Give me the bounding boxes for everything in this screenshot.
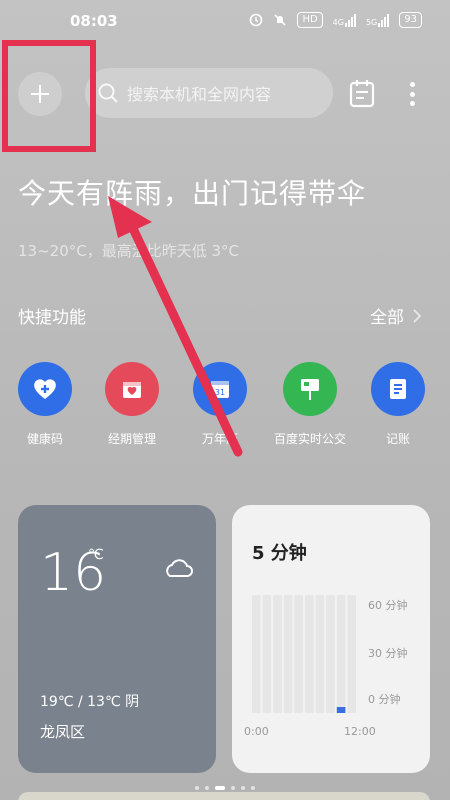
chart-column-track: [305, 595, 314, 713]
search-input[interactable]: 搜索本机和全网内容: [85, 68, 333, 118]
chart-column-track: [294, 595, 303, 713]
chart-column-track: [252, 595, 261, 713]
chart-column-track: [326, 595, 335, 713]
screen-time-title: 5 分钟: [252, 543, 307, 564]
bus-stop-icon: [283, 362, 337, 416]
shortcut-label: 万年历: [201, 432, 238, 446]
signal-5g-icon: 5G: [366, 13, 390, 27]
shortcut-calendar[interactable]: 31 万年历: [180, 362, 260, 447]
calendar-31-icon: 31: [193, 362, 247, 416]
chart-column-track: [347, 595, 356, 713]
next-card-peek: [18, 792, 430, 800]
chart-column-track: [262, 595, 272, 713]
temperature-unit: ℃: [88, 547, 104, 563]
chart-column-track: [336, 595, 346, 713]
shortcut-health-code[interactable]: 健康码: [5, 362, 85, 447]
search-placeholder: 搜索本机和全网内容: [127, 85, 272, 104]
search-icon: [98, 83, 118, 103]
shortcut-bus[interactable]: 百度实时公交: [270, 362, 350, 447]
screen-time-card[interactable]: 5 分钟 60 分钟 30 分钟 0 分钟 0:00 12:00: [232, 505, 430, 773]
chevron-right-icon: [413, 308, 422, 323]
chart-column-track: [315, 595, 325, 713]
shortcuts-all-link[interactable]: 全部: [370, 303, 422, 328]
phone-screen: 08:03 HD 4G 5G 93 搜索本机和全网内容 今天有阵雨，出门记得带伞…: [0, 0, 450, 800]
all-label: 全部: [370, 308, 404, 328]
chart-column-track: [283, 595, 293, 713]
mute-icon: [274, 14, 287, 26]
chart-bar: [336, 707, 346, 713]
x-tick-label: 12:00: [344, 725, 376, 738]
status-icons: HD 4G 5G 93: [249, 12, 422, 28]
health-code-icon: [18, 362, 72, 416]
cloud-icon: [166, 559, 193, 577]
highlight-box: [2, 40, 96, 152]
period-calendar-icon: [105, 362, 159, 416]
ledger-icon: [371, 362, 425, 416]
hd-icon: HD: [297, 12, 323, 28]
more-vertical-icon[interactable]: [404, 78, 420, 110]
chart-column-track: [273, 595, 282, 713]
usage-chart: [252, 595, 356, 713]
x-tick-label: 0:00: [244, 725, 269, 738]
shortcut-label: 健康码: [26, 432, 63, 446]
weather-subtext: 13~20°C，最高温比昨天低 3°C: [18, 242, 240, 260]
page-indicator: [0, 786, 450, 790]
y-tick-label: 30 分钟: [368, 647, 408, 660]
shortcut-label: 经期管理: [107, 432, 156, 446]
battery-indicator: 93: [399, 12, 422, 28]
shortcut-label: 记账: [385, 432, 410, 446]
svg-text:31: 31: [215, 388, 225, 397]
status-bar: 08:03 HD 4G 5G 93: [0, 10, 450, 38]
y-tick-label: 0 分钟: [368, 693, 401, 706]
weather-headline: 今天有阵雨，出门记得带伞: [18, 177, 367, 210]
district-name: 龙凤区: [40, 723, 86, 741]
signal-4g-icon: 4G: [333, 13, 356, 27]
shortcuts-title: 快捷功能: [18, 308, 86, 328]
calendar-button[interactable]: [348, 78, 376, 108]
shortcut-label: 百度实时公交: [273, 432, 346, 446]
shortcut-ledger[interactable]: 记账: [358, 362, 438, 447]
alarm-icon: [250, 13, 263, 27]
shortcuts-row: 健康码 经期管理 31 万年历 百度实时公交 记账: [0, 362, 450, 472]
temperature-range: 19℃ / 13℃ 阴: [40, 694, 140, 710]
calendar-icon: [349, 80, 375, 108]
weather-card[interactable]: 16 ℃ 19℃ / 13℃ 阴 龙凤区: [18, 505, 216, 773]
shortcut-period[interactable]: 经期管理: [92, 362, 172, 447]
status-time: 08:03: [70, 12, 118, 30]
y-tick-label: 60 分钟: [368, 599, 408, 612]
